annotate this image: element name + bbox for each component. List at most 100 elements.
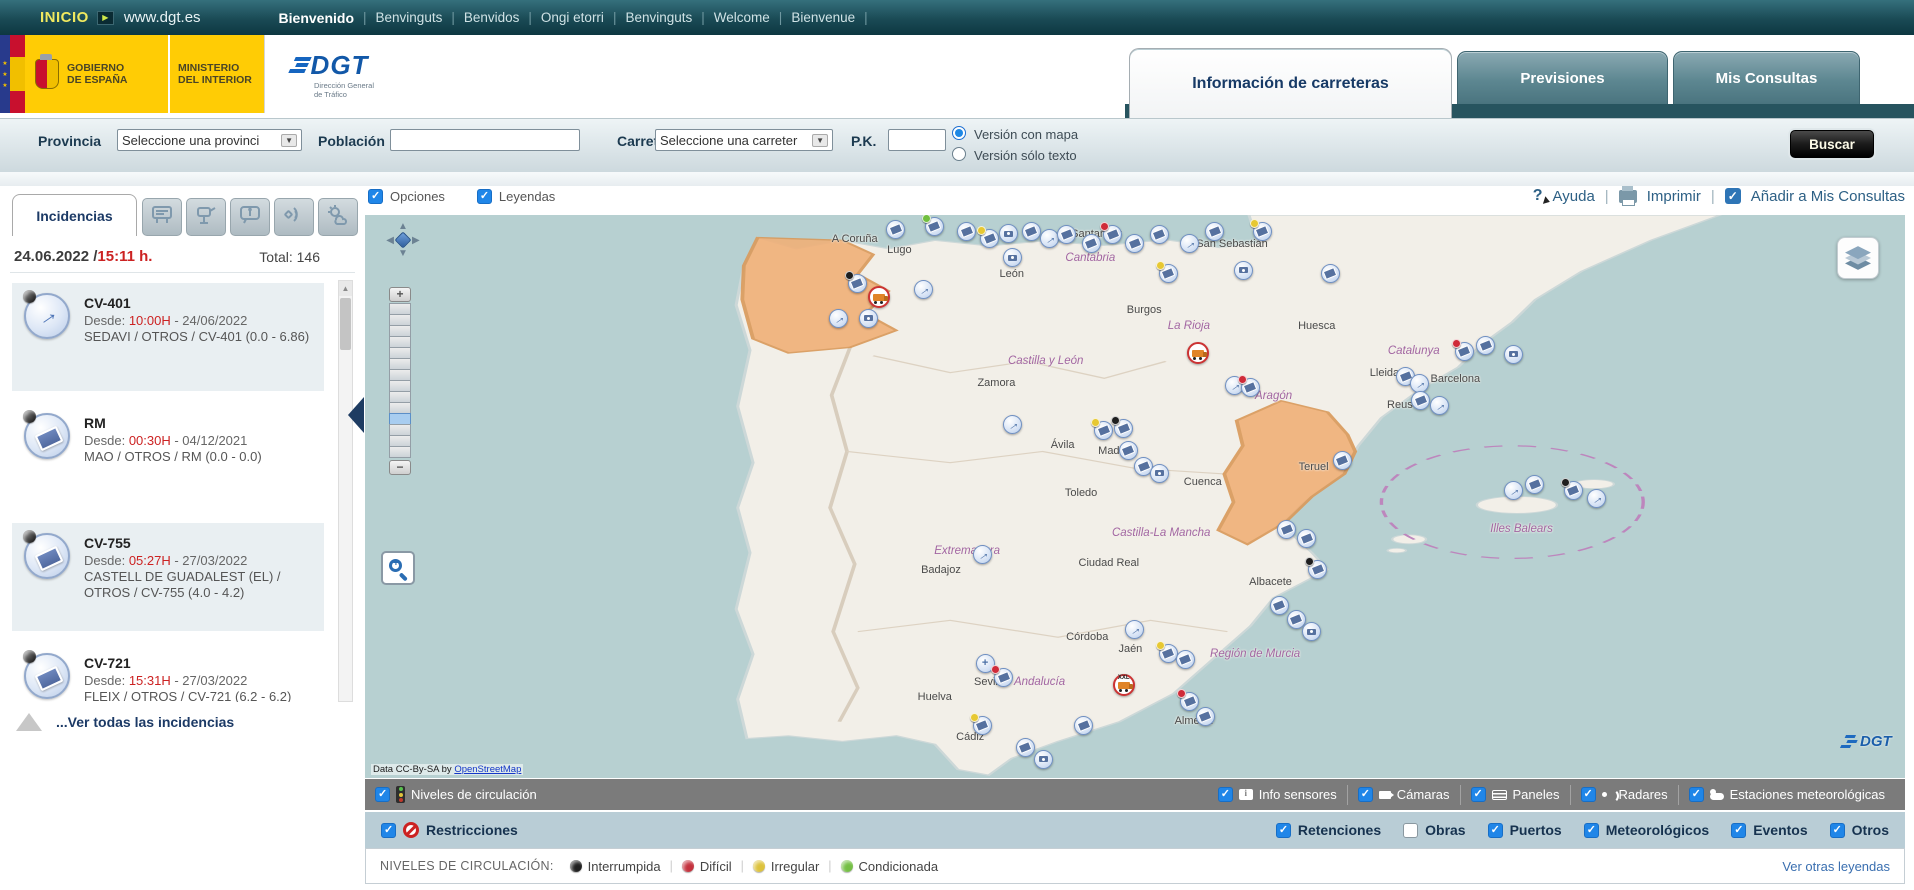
map-marker-cam[interactable] xyxy=(1034,750,1053,769)
restricciones-checkbox[interactable] xyxy=(381,823,396,838)
tab-camaras[interactable] xyxy=(186,198,226,236)
pan-down-button[interactable]: ▼ xyxy=(398,248,408,259)
map-marker-arrow[interactable]: → xyxy=(1504,481,1523,500)
provincia-select[interactable]: Seleccione una provinci▼ xyxy=(117,129,302,151)
welcome-item[interactable]: Benvinguts xyxy=(625,10,692,25)
map-marker-panel[interactable] xyxy=(1333,451,1352,470)
map-marker-panel[interactable] xyxy=(1253,222,1272,241)
version-mapa-radio[interactable] xyxy=(952,126,966,140)
map-marker-panel[interactable] xyxy=(994,668,1013,687)
tab-info[interactable] xyxy=(230,198,270,236)
add-mis-consultas-link[interactable]: Añadir a Mis Consultas xyxy=(1751,188,1905,205)
map-marker-truckxxl[interactable]: XXL xyxy=(1113,674,1135,696)
map-marker-panel[interactable] xyxy=(1564,481,1583,500)
zoom-in-button[interactable]: + xyxy=(389,287,411,302)
zoom-slider[interactable]: + − xyxy=(389,287,413,475)
map-marker-panel[interactable] xyxy=(1159,264,1178,283)
map-marker-cam[interactable] xyxy=(1150,464,1169,483)
map-marker-panel[interactable] xyxy=(1196,707,1215,726)
map-marker-panel[interactable] xyxy=(1074,716,1093,735)
map-marker-cam[interactable] xyxy=(859,309,878,328)
incident-item[interactable]: CV-401 Desde: 10:00H - 24/06/2022 SEDAVI… xyxy=(12,283,324,391)
map-marker-arrow[interactable]: → xyxy=(973,545,992,564)
version-texto-radio[interactable] xyxy=(952,147,966,161)
map-marker-panel[interactable] xyxy=(1277,520,1296,539)
tab-incidencias[interactable]: Incidencias xyxy=(12,194,137,236)
niveles-checkbox[interactable] xyxy=(375,787,390,802)
map-marker-panel[interactable] xyxy=(1125,234,1144,253)
map-marker-panel[interactable] xyxy=(957,222,976,241)
meteorologicos-checkbox[interactable] xyxy=(1584,823,1599,838)
tab-mis-consultas[interactable]: Mis Consultas xyxy=(1673,51,1860,104)
map-marker-panel[interactable] xyxy=(1525,475,1544,494)
map-marker-arrow[interactable]: → xyxy=(1430,396,1449,415)
tab-paneles[interactable] xyxy=(142,198,182,236)
magnifier-button[interactable] xyxy=(381,551,415,585)
estaciones-checkbox[interactable] xyxy=(1689,787,1704,802)
map[interactable]: A CoruñaLugoSantanderCantabriaSan Sebast… xyxy=(365,215,1905,778)
camaras-checkbox[interactable] xyxy=(1358,787,1373,802)
zoom-track[interactable] xyxy=(389,303,413,458)
list-scrollbar[interactable]: ▲ xyxy=(338,280,353,702)
osm-link[interactable]: OpenStreetMap xyxy=(454,764,521,775)
tab-previsiones[interactable]: Previsiones xyxy=(1457,51,1668,104)
carretera-select[interactable]: Seleccione una carreter▼ xyxy=(655,129,833,151)
map-marker-panel[interactable] xyxy=(1297,529,1316,548)
poblacion-input[interactable] xyxy=(390,129,580,151)
welcome-item[interactable]: Benvinguts xyxy=(376,10,443,25)
pan-control[interactable]: ▲ ◀ ▶ ▼ xyxy=(381,221,425,259)
pan-left-button[interactable]: ◀ xyxy=(386,235,394,246)
map-marker-panel[interactable] xyxy=(973,716,992,735)
map-marker-panel[interactable] xyxy=(1114,419,1133,438)
incident-item[interactable]: CV-721 Desde: 15:31H - 27/03/2022 FLEIX … xyxy=(12,643,324,702)
pan-up-button[interactable]: ▲ xyxy=(398,221,408,232)
map-marker-arrow[interactable]: → xyxy=(914,280,933,299)
map-marker-panel[interactable] xyxy=(980,229,999,248)
zoom-out-button[interactable]: − xyxy=(389,460,411,475)
info-sensores-checkbox[interactable] xyxy=(1218,787,1233,802)
map-marker-arrow[interactable]: → xyxy=(1125,620,1144,639)
map-marker-arrow[interactable]: → xyxy=(829,309,848,328)
imprimir-link[interactable]: Imprimir xyxy=(1647,188,1701,205)
scroll-thumb[interactable] xyxy=(340,298,351,350)
eventos-checkbox[interactable] xyxy=(1731,823,1746,838)
map-marker-panel[interactable] xyxy=(1321,264,1340,283)
incident-item[interactable]: CV-755 Desde: 05:27H - 27/03/2022 CASTEL… xyxy=(12,523,324,631)
buscar-button[interactable]: Buscar xyxy=(1790,130,1874,158)
welcome-item[interactable]: Bienvenue xyxy=(791,10,855,25)
welcome-item[interactable]: Welcome xyxy=(714,10,770,25)
welcome-item[interactable]: Ongi etorri xyxy=(541,10,604,25)
puertos-checkbox[interactable] xyxy=(1488,823,1503,838)
view-all-incidents[interactable]: ...Ver todas las incidencias xyxy=(16,713,234,731)
map-marker-panel[interactable] xyxy=(1057,225,1076,244)
scroll-up-button[interactable]: ▲ xyxy=(339,281,352,296)
map-marker-truck[interactable] xyxy=(868,286,890,308)
map-marker-truck[interactable] xyxy=(1187,342,1209,364)
map-marker-cam[interactable] xyxy=(1302,622,1321,641)
map-marker-panel[interactable] xyxy=(1205,222,1224,241)
welcome-item[interactable]: Bienvenido xyxy=(279,10,354,26)
map-marker-panel[interactable] xyxy=(848,274,867,293)
leyendas-checkbox[interactable] xyxy=(477,189,492,204)
welcome-item[interactable]: Benvidos xyxy=(464,10,520,25)
map-marker-cam[interactable] xyxy=(1234,261,1253,280)
incident-item[interactable]: RM Desde: 00:30H - 04/12/2021 MAO / OTRO… xyxy=(12,403,324,511)
tab-meteo[interactable] xyxy=(318,198,358,236)
map-marker-panel[interactable] xyxy=(1308,560,1327,579)
pk-input[interactable] xyxy=(888,129,946,151)
ayuda-link[interactable]: Ayuda xyxy=(1553,188,1595,205)
map-marker-panel[interactable] xyxy=(1241,378,1260,397)
map-marker-panel[interactable] xyxy=(1103,225,1122,244)
map-marker-panel[interactable] xyxy=(1082,234,1101,253)
map-marker-panel[interactable] xyxy=(1016,738,1035,757)
map-marker-panel[interactable] xyxy=(1411,391,1430,410)
paneles-checkbox[interactable] xyxy=(1471,787,1486,802)
otros-checkbox[interactable] xyxy=(1830,823,1845,838)
map-marker-arrow[interactable]: → xyxy=(1180,234,1199,253)
zoom-level-rung[interactable] xyxy=(389,446,411,458)
map-marker-panel[interactable] xyxy=(1476,336,1495,355)
layers-button[interactable] xyxy=(1837,237,1879,279)
map-marker-cam[interactable] xyxy=(999,224,1018,243)
map-marker-cam[interactable] xyxy=(1504,345,1523,364)
map-marker-arrow[interactable]: → xyxy=(1587,489,1606,508)
